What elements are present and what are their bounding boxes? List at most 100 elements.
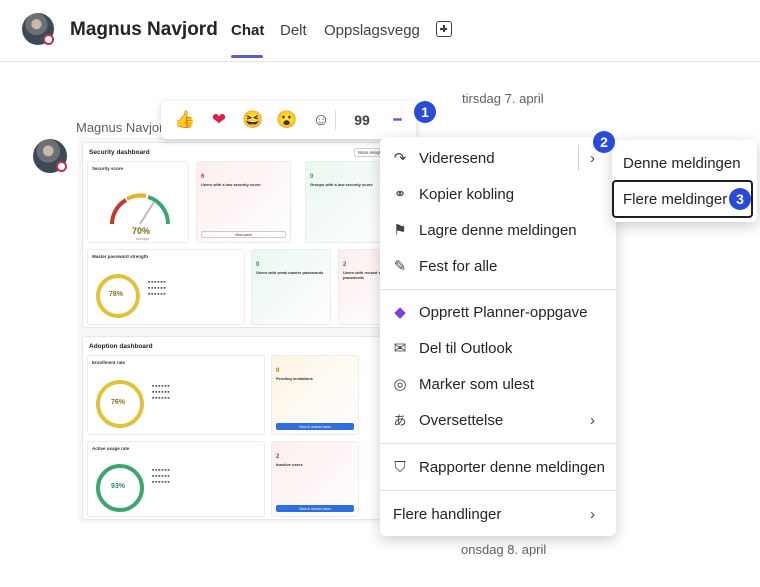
pending-count: 9 bbox=[276, 368, 280, 374]
usage-percent: 93% bbox=[111, 483, 126, 490]
master-password-percent: 78% bbox=[109, 291, 124, 298]
pending-invitations-tile: 9 Pending invitations View & resend user… bbox=[271, 355, 359, 435]
contact-name: Magnus Navjord bbox=[70, 19, 218, 40]
menu-item-outlook[interactable]: ✉ Del til Outlook bbox=[380, 331, 616, 367]
chat-header: Magnus Navjord Chat Delt Oppslagsvegg bbox=[0, 0, 760, 62]
thumbs-up-icon[interactable]: 👍 bbox=[173, 108, 197, 132]
reused-count: 2 bbox=[343, 262, 347, 268]
inactive-users-tile: 2 Inactive users View & remind users bbox=[271, 441, 359, 517]
enrollment-percent: 76% bbox=[111, 399, 126, 406]
chevron-right-icon: › bbox=[590, 150, 595, 167]
menu-item-report[interactable]: ⛉ Rapporter denne meldingen bbox=[380, 450, 616, 486]
usage-title: Active usage rate bbox=[92, 446, 130, 451]
menu-item-forward[interactable]: ↷ Videresend › bbox=[380, 141, 616, 177]
menu-item-label: Kopier kobling bbox=[419, 186, 515, 203]
outlook-icon: ✉ bbox=[393, 340, 407, 357]
tab-delt[interactable]: Delt bbox=[280, 22, 307, 39]
menu-item-label: Flere handlinger bbox=[393, 506, 502, 523]
teams-chat-window: Magnus Navjord Chat Delt Oppslagsvegg ti… bbox=[0, 0, 760, 587]
menu-item-more-actions[interactable]: Flere handlinger › bbox=[380, 497, 616, 533]
translate-icon: あ bbox=[393, 413, 407, 428]
chevron-right-icon: › bbox=[590, 506, 595, 523]
view-resend-button: View & resend users bbox=[276, 423, 354, 430]
security-dashboard-title: Security dashboard bbox=[89, 149, 150, 156]
tab-chat[interactable]: Chat bbox=[231, 22, 264, 39]
menu-item-label: Videresend bbox=[419, 150, 495, 167]
usage-panel: Active usage rate 93% ■ ■ ■ ■ ■ ■ ■ ■ ■ … bbox=[87, 441, 265, 517]
weak-count: 0 bbox=[256, 262, 260, 268]
planner-icon: ◆ bbox=[394, 304, 406, 321]
menu-divider bbox=[380, 443, 616, 444]
menu-divider bbox=[380, 490, 616, 491]
menu-item-copy-link[interactable]: ⚭ Kopier kobling bbox=[380, 177, 616, 213]
menu-item-label: Fest for alle bbox=[419, 258, 498, 275]
low-score-label: Users with a low security score bbox=[201, 182, 261, 187]
inactive-count: 2 bbox=[276, 454, 280, 460]
security-score-panel: Security score 70% Average bbox=[87, 161, 189, 243]
menu-item-label: Lagre denne meldingen bbox=[419, 222, 577, 239]
low-score-count: 6 bbox=[201, 174, 205, 180]
pending-label: Pending invitations bbox=[276, 376, 313, 381]
security-gauge bbox=[110, 193, 171, 225]
step-badge-1: 1 bbox=[414, 101, 436, 123]
menu-item-label: Oversettelse bbox=[419, 412, 504, 429]
chevron-right-icon: › bbox=[590, 412, 595, 429]
quote-icon[interactable]: 99 bbox=[350, 108, 374, 132]
link-icon: ⚭ bbox=[393, 186, 407, 203]
groups-count: 0 bbox=[310, 174, 314, 180]
view-users-button: View users bbox=[201, 231, 286, 238]
security-gauge-caption: Average bbox=[136, 237, 149, 241]
tab-oppslagsvegg[interactable]: Oppslagsvegg bbox=[324, 22, 420, 39]
bookmark-icon: ⚑ bbox=[393, 222, 407, 239]
reaction-bar-separator bbox=[335, 110, 336, 130]
mark-unread-icon: ◎ bbox=[393, 376, 407, 393]
step-badge-3: 3 bbox=[729, 188, 751, 210]
laugh-icon[interactable]: 😆 bbox=[241, 108, 265, 132]
enrollment-title: Enrollment rate bbox=[92, 360, 126, 365]
heart-icon[interactable]: ❤ bbox=[207, 108, 231, 132]
pin-icon: ✎ bbox=[393, 258, 407, 275]
forward-icon: ↷ bbox=[393, 150, 407, 167]
menu-item-translate[interactable]: あ Oversettelse › bbox=[380, 403, 616, 439]
presence-busy-icon bbox=[43, 34, 54, 45]
forward-submenu: Denne meldingen Flere meldinger bbox=[612, 140, 757, 222]
menu-item-pin[interactable]: ✎ Fest for alle bbox=[380, 249, 616, 285]
adoption-dashboard: Adoption dashboard Enrollment rate 76% ■… bbox=[82, 336, 394, 520]
menu-item-label: Rapporter denne meldingen bbox=[419, 459, 605, 476]
submenu-item-more-messages[interactable]: Flere meldinger bbox=[623, 191, 727, 208]
surprised-icon[interactable]: 😮 bbox=[275, 108, 299, 132]
weak-password-tile: 0 Users with weak master passwords bbox=[251, 249, 331, 325]
message-sender: Magnus Navjord bbox=[76, 120, 171, 135]
add-reaction-icon[interactable]: ☺ bbox=[309, 108, 333, 132]
step-badge-2: 2 bbox=[593, 131, 615, 153]
presence-busy-icon bbox=[56, 161, 67, 172]
master-password-title: Master password strength bbox=[92, 254, 149, 259]
security-gauge-percent: 70% bbox=[132, 226, 151, 236]
menu-item-mark-unread[interactable]: ◎ Marker som ulest bbox=[380, 367, 616, 403]
weak-label: Users with weak master passwords bbox=[256, 270, 324, 275]
submenu-item-this-message[interactable]: Denne meldingen bbox=[623, 155, 741, 172]
menu-item-label: Opprett Planner-oppgave bbox=[419, 304, 588, 321]
menu-item-save[interactable]: ⚑ Lagre denne meldingen bbox=[380, 213, 616, 249]
low-score-users-tile: 6 Users with a low security score View u… bbox=[196, 161, 291, 243]
active-tab-indicator bbox=[231, 55, 263, 58]
menu-item-label: Del til Outlook bbox=[419, 340, 513, 357]
inactive-label: Inactive users bbox=[276, 462, 303, 467]
menu-item-label: Marker som ulest bbox=[419, 376, 535, 393]
more-icon[interactable]: ••• bbox=[385, 108, 409, 132]
master-password-panel: Master password strength 78% ■ ■ ■ ■ ■ ■… bbox=[87, 249, 245, 325]
view-remind-button: View & remind users bbox=[276, 505, 354, 512]
menu-divider bbox=[380, 289, 616, 290]
enrollment-panel: Enrollment rate 76% ■ ■ ■ ■ ■ ■ ■ ■ ■ ■ … bbox=[87, 355, 265, 435]
date-divider-top: tirsdag 7. april bbox=[462, 91, 544, 106]
groups-label: Groups with a low security score bbox=[310, 182, 373, 187]
message-context-menu: ↷ Videresend › ⚭ Kopier kobling ⚑ Lagre … bbox=[380, 137, 616, 536]
message-image[interactable]: Security dashboard More insights Securit… bbox=[78, 137, 398, 523]
security-score-title: Security score bbox=[92, 166, 124, 171]
date-divider-bottom: onsdag 8. april bbox=[461, 542, 547, 557]
report-icon: ⛉ bbox=[394, 459, 406, 476]
forward-split-divider bbox=[578, 146, 579, 170]
adoption-dashboard-title: Adoption dashboard bbox=[89, 343, 153, 350]
menu-item-planner[interactable]: ◆ Opprett Planner-oppgave bbox=[380, 295, 616, 331]
add-tab-icon[interactable] bbox=[436, 21, 452, 37]
